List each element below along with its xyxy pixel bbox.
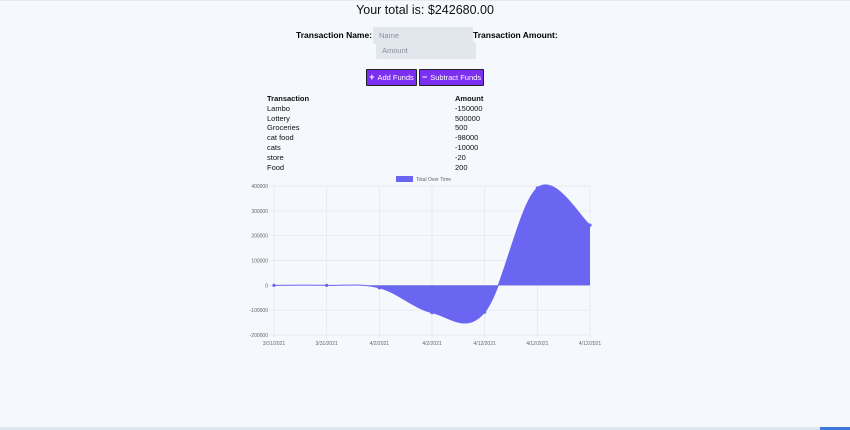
add-funds-button[interactable]: + Add Funds <box>366 69 417 86</box>
column-header-transaction: Transaction <box>267 94 310 103</box>
transaction-amount-cell: -150000 <box>455 103 483 113</box>
transaction-name-cell: Groceries <box>267 123 300 133</box>
x-tick-label: 4/2/2021 <box>422 341 442 347</box>
top-border <box>0 0 850 1</box>
transaction-name-cell: Food <box>267 162 285 172</box>
transaction-name-cell: cat food <box>267 133 294 143</box>
table-row: Food 200 <box>267 163 503 173</box>
minus-icon: − <box>421 72 428 82</box>
transaction-amount-label: Transaction Amount: <box>473 30 558 40</box>
y-tick-label: 100000 <box>251 259 268 265</box>
data-point <box>377 286 381 290</box>
transaction-amount-cell: 200 <box>455 162 468 172</box>
transaction-name-cell: Lottery <box>267 113 290 123</box>
x-tick-label: 4/2/2021 <box>370 341 390 347</box>
transaction-name-cell: store <box>267 152 284 162</box>
transaction-amount-cell: -20 <box>455 152 466 162</box>
data-point <box>325 283 329 287</box>
table-row: Lottery 500000 <box>267 114 503 124</box>
y-tick-label: 0 <box>265 283 268 289</box>
subtract-funds-label: Subtract Funds <box>430 73 482 82</box>
table-row: store -20 <box>267 153 503 163</box>
legend-label: Total Over Time <box>416 177 451 183</box>
transaction-amount-cell: -10000 <box>455 142 479 152</box>
data-point <box>430 311 434 315</box>
transaction-amount-cell: 500000 <box>455 113 481 123</box>
total-over-time-chart: 400000 300000 200000 100000 0 -100000 -200000 3… <box>250 176 601 347</box>
transaction-amount-cell: 500 <box>455 123 468 133</box>
data-point <box>272 283 276 287</box>
x-tick-label: 4/12/2021 <box>579 341 601 347</box>
legend-swatch <box>396 176 413 182</box>
table-row: cats -10000 <box>267 143 503 153</box>
table-row: Groceries 500 <box>267 123 503 133</box>
x-tick-label: 4/12/2021 <box>526 341 548 347</box>
y-tick-label: 400000 <box>251 184 268 190</box>
y-tick-label: -200000 <box>250 333 269 339</box>
transactions-table: Transaction Amount Lambo -150000 Lottery 5… <box>267 94 503 172</box>
data-point <box>588 223 592 227</box>
subtract-funds-button[interactable]: − Subtract Funds <box>419 69 484 86</box>
x-tick-label: 3/31/2021 <box>316 341 338 347</box>
y-tick-label: 300000 <box>251 209 268 215</box>
plus-icon: + <box>369 72 375 82</box>
table-header-row: Transaction Amount <box>267 94 503 104</box>
table-row: Lambo -150000 <box>267 104 503 114</box>
column-header-amount: Amount <box>455 94 484 103</box>
transaction-name-cell: cats <box>267 142 281 152</box>
data-point <box>483 310 487 314</box>
data-point <box>535 186 539 190</box>
add-funds-label: Add Funds <box>377 73 414 82</box>
y-tick-label: -100000 <box>250 308 269 314</box>
x-tick-label: 4/12/2021 <box>474 341 496 347</box>
total-heading: Your total is: $242680.00 <box>356 3 494 17</box>
table-row: cat food -98000 <box>267 133 503 143</box>
transaction-amount-input[interactable] <box>376 42 476 59</box>
transaction-name-label: Transaction Name: <box>296 30 373 40</box>
y-tick-label: 200000 <box>251 234 268 240</box>
transaction-amount-cell: -98000 <box>455 133 479 143</box>
transaction-name-cell: Lambo <box>267 103 290 113</box>
x-tick-label: 3/31/2021 <box>263 341 285 347</box>
